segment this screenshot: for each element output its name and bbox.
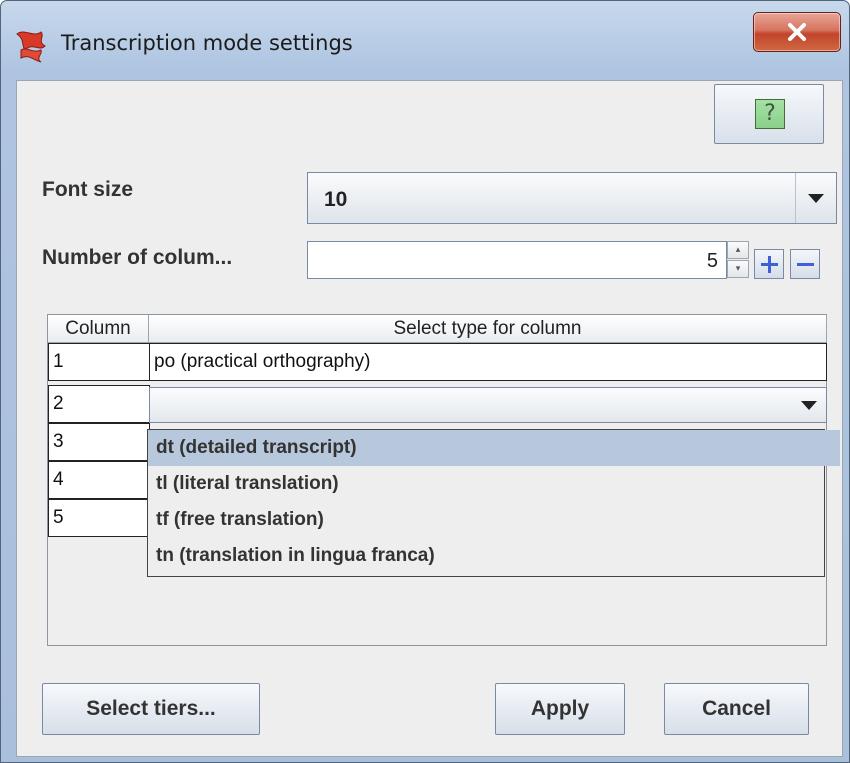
- font-size-value: 10: [324, 188, 348, 211]
- table-row-3-column[interactable]: 3: [48, 423, 150, 461]
- settings-dialog: Transcription mode settings ? Font size …: [0, 0, 850, 763]
- font-size-dropdown-button[interactable]: [795, 173, 836, 223]
- dropdown-option-tf[interactable]: tf (free translation): [148, 502, 840, 538]
- column-header-column[interactable]: Column: [48, 315, 149, 343]
- table-row-1-type[interactable]: po (practical orthography): [149, 343, 827, 381]
- column-type-dropdown: dt (detailed transcript) tl (literal tra…: [147, 429, 840, 577]
- dropdown-option-tn[interactable]: tn (translation in lingua franca): [148, 538, 840, 574]
- select-tiers-button[interactable]: Select tiers...: [42, 683, 260, 735]
- chevron-down-icon: [801, 401, 817, 410]
- help-button[interactable]: ?: [714, 84, 824, 144]
- spinner-up-button[interactable]: ▴: [727, 241, 749, 259]
- window-title: Transcription mode settings: [61, 31, 353, 55]
- add-column-button[interactable]: [754, 249, 784, 279]
- cancel-button[interactable]: Cancel: [664, 683, 809, 735]
- column-type-select[interactable]: [149, 387, 827, 423]
- columns-value: 5: [706, 250, 718, 272]
- table-row-4-column[interactable]: 4: [48, 461, 150, 499]
- remove-column-button[interactable]: [790, 249, 820, 279]
- columns-spinner-buttons: ▴ ▾: [727, 241, 749, 279]
- chevron-down-icon: [808, 194, 824, 203]
- dropdown-option-dt[interactable]: dt (detailed transcript): [148, 430, 840, 466]
- column-header-type[interactable]: Select type for column: [149, 315, 827, 343]
- title-bar[interactable]: Transcription mode settings: [1, 1, 849, 79]
- columns-spinner[interactable]: 5: [307, 241, 727, 279]
- font-size-label: Font size: [42, 178, 134, 201]
- table-row-1-column[interactable]: 1: [48, 343, 150, 381]
- help-question-icon: ?: [755, 99, 785, 129]
- apply-button[interactable]: Apply: [495, 683, 625, 735]
- close-icon: [788, 23, 806, 41]
- table-row-2-column[interactable]: 2: [48, 385, 150, 423]
- spinner-down-button[interactable]: ▾: [727, 260, 749, 278]
- dialog-content: ? Font size 10 Number of colum... 5 ▴ ▾ …: [16, 80, 843, 757]
- transcription-app-icon: [16, 31, 46, 63]
- close-button[interactable]: [753, 12, 841, 52]
- columns-label: Number of colum...: [42, 246, 233, 269]
- table-row-5-column[interactable]: 5: [48, 499, 150, 537]
- font-size-select[interactable]: 10: [307, 172, 837, 224]
- dropdown-option-tl[interactable]: tl (literal translation): [148, 466, 840, 502]
